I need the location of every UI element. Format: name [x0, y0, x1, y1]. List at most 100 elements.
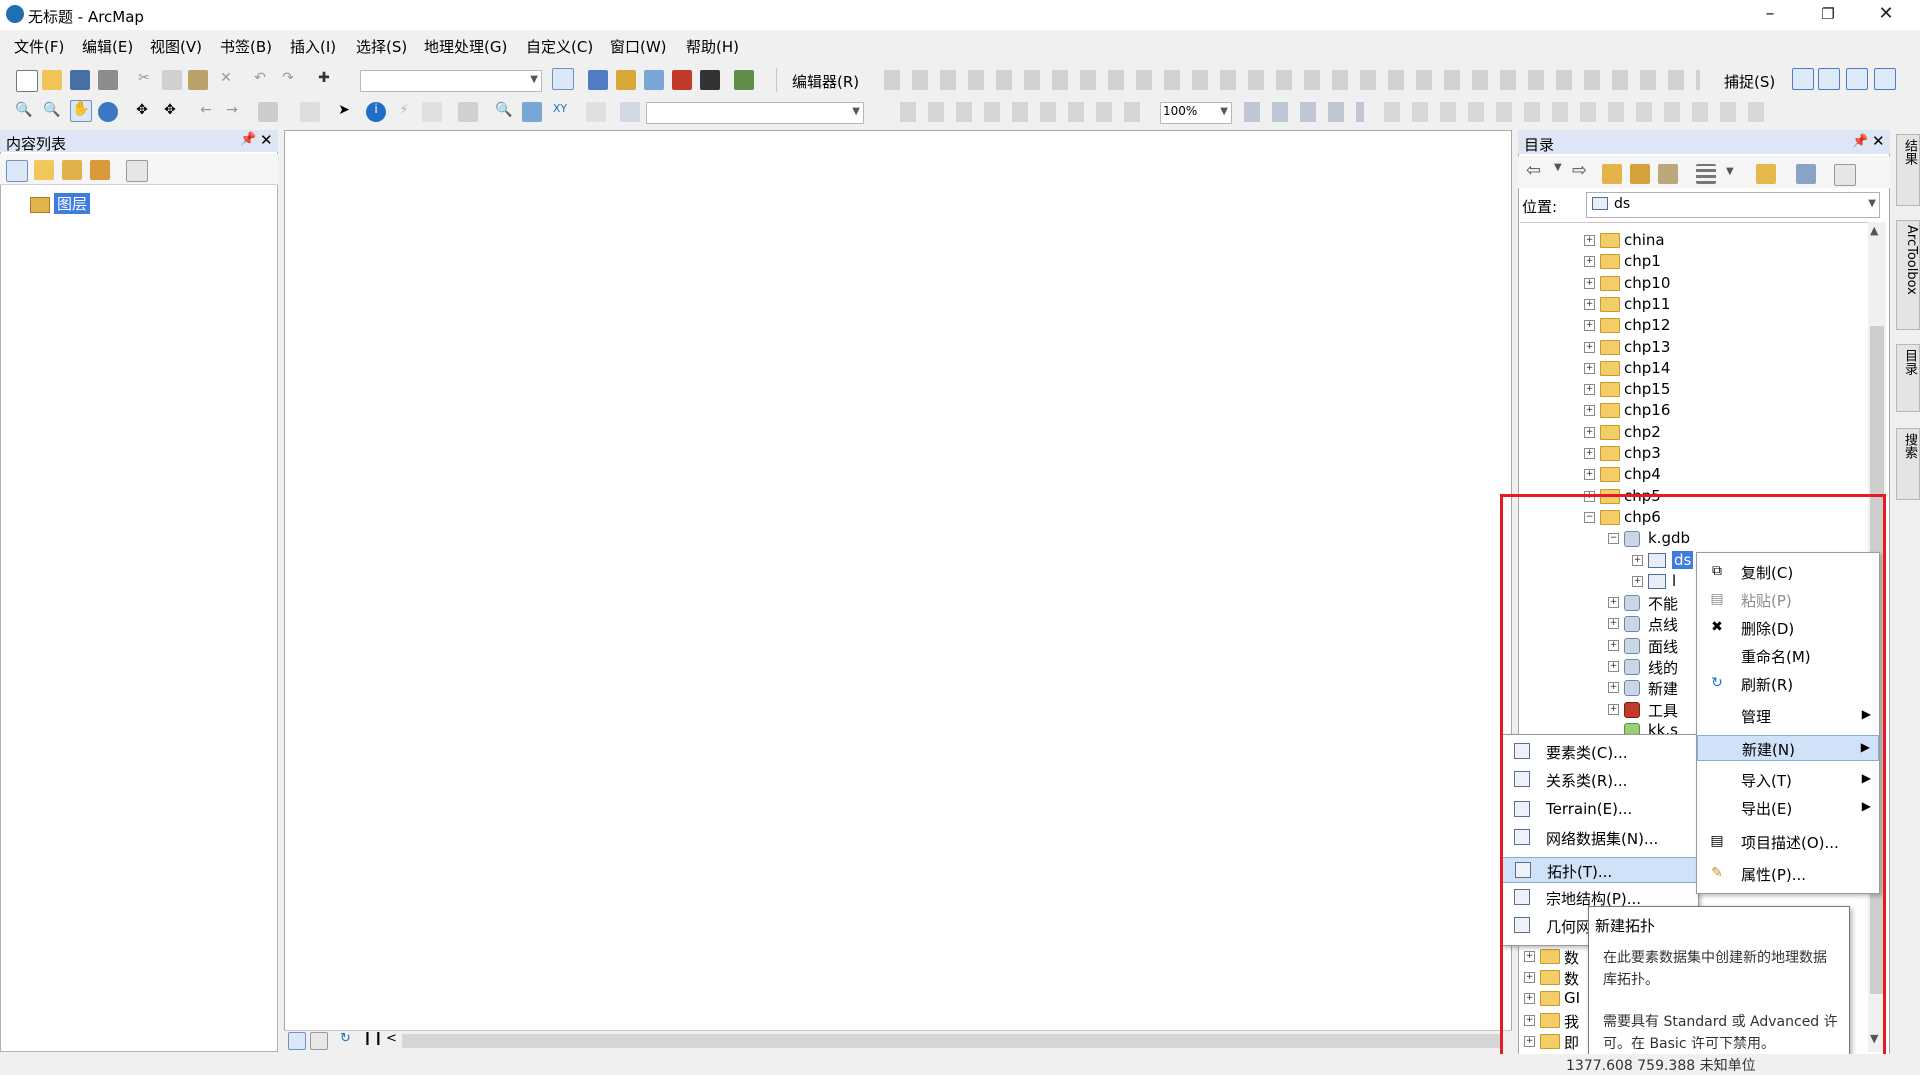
- undo-icon[interactable]: ↶: [250, 70, 270, 90]
- tab-results[interactable]: 结果: [1896, 134, 1920, 206]
- back-icon[interactable]: ⇦: [1526, 160, 1541, 181]
- new-folder-icon[interactable]: [1756, 164, 1776, 184]
- expand-icon[interactable]: +: [1584, 277, 1595, 289]
- tree-node[interactable]: + chp15: [1584, 379, 1804, 399]
- tree-node[interactable]: + chp16: [1584, 400, 1804, 420]
- tree-node[interactable]: + chp14: [1584, 358, 1804, 378]
- add-data-icon[interactable]: ✚: [314, 70, 334, 90]
- snapping-menu-button[interactable]: 捕捉(S): [1724, 71, 1775, 92]
- paste-toolbar-icon[interactable]: [188, 70, 208, 90]
- scroll-left-icon[interactable]: <: [386, 1031, 397, 1046]
- layout-tools-group[interactable]: [900, 102, 1150, 122]
- tree-node[interactable]: + chp1: [1584, 251, 1804, 271]
- toc-window-icon[interactable]: [588, 70, 608, 90]
- views-icon[interactable]: [1696, 164, 1716, 184]
- chevron-down-icon[interactable]: ▼: [1554, 162, 1562, 173]
- maximize-icon[interactable]: ❐: [1800, 0, 1856, 30]
- redo-icon[interactable]: ↷: [278, 70, 298, 90]
- back-extent-icon[interactable]: ←: [196, 102, 216, 122]
- menu-selection[interactable]: 选择(S): [356, 36, 407, 57]
- expand-icon[interactable]: +: [1584, 320, 1595, 332]
- list-by-visibility-icon[interactable]: [62, 160, 82, 180]
- editing-tools-group[interactable]: [884, 70, 1354, 90]
- forward-icon[interactable]: ⇨: [1572, 160, 1587, 181]
- find-route-icon[interactable]: [522, 102, 542, 122]
- expand-icon[interactable]: +: [1584, 362, 1595, 374]
- topology-tools-group[interactable]: [1360, 70, 1700, 90]
- html-popup-icon[interactable]: [422, 102, 442, 122]
- menu-bookmarks[interactable]: 书签(B): [220, 36, 272, 57]
- zoom-out-icon[interactable]: 🔍: [42, 102, 62, 122]
- tree-node[interactable]: + chp12: [1584, 315, 1804, 335]
- tree-node[interactable]: + chp10: [1584, 273, 1804, 293]
- tab-search[interactable]: 搜索: [1896, 428, 1920, 500]
- list-by-selection-icon[interactable]: [90, 160, 110, 180]
- expand-icon[interactable]: +: [1584, 341, 1595, 353]
- fixed-zoom-out-icon[interactable]: ✥: [160, 102, 180, 122]
- connect-folder-icon[interactable]: [1658, 164, 1678, 184]
- tree-node[interactable]: + chp2: [1584, 422, 1804, 442]
- menu-windows[interactable]: 窗口(W): [610, 36, 667, 57]
- data-view-icon[interactable]: [288, 1032, 306, 1050]
- expand-icon[interactable]: +: [1584, 256, 1595, 268]
- zoom-in-icon[interactable]: 🔍: [14, 102, 34, 122]
- close-panel-icon[interactable]: ✕: [1872, 132, 1885, 150]
- catalog-options-icon[interactable]: [1834, 164, 1856, 186]
- open-icon[interactable]: [42, 70, 62, 90]
- end-snapping-icon[interactable]: [1818, 68, 1840, 90]
- scale-combo[interactable]: ▼: [360, 70, 542, 92]
- expand-icon[interactable]: +: [1584, 426, 1595, 438]
- zoom-percent-combo[interactable]: 100% ▼: [1160, 102, 1232, 124]
- list-by-source-icon[interactable]: [34, 160, 54, 180]
- map-horizontal-scrollbar[interactable]: [402, 1034, 1502, 1048]
- toc-options-icon[interactable]: [126, 160, 148, 182]
- refresh-view-icon[interactable]: ↻: [340, 1031, 351, 1046]
- close-panel-icon[interactable]: ✕: [260, 131, 273, 149]
- layout-view-tools-group[interactable]: [1244, 102, 1364, 122]
- new-document-icon[interactable]: [16, 70, 38, 92]
- measure-icon[interactable]: [458, 102, 478, 122]
- tree-node[interactable]: + chp11: [1584, 294, 1804, 314]
- advanced-editing-group[interactable]: [1384, 102, 1764, 122]
- tree-node[interactable]: + china: [1584, 230, 1804, 250]
- tab-catalog[interactable]: 目录: [1896, 344, 1920, 412]
- create-viewer-icon[interactable]: [620, 102, 640, 122]
- menu-insert[interactable]: 插入(I): [290, 36, 336, 57]
- time-slider-icon[interactable]: [586, 102, 606, 122]
- print-icon[interactable]: [98, 70, 118, 90]
- clear-selection-icon[interactable]: [300, 102, 320, 122]
- forward-extent-icon[interactable]: →: [222, 102, 242, 122]
- layers-item[interactable]: 图层: [54, 193, 91, 214]
- scroll-up-icon[interactable]: ▲: [1870, 224, 1878, 237]
- find-icon[interactable]: 🔍: [494, 102, 514, 122]
- map-view[interactable]: [284, 130, 1512, 1052]
- editor-menu-button[interactable]: 编辑器(R): [792, 71, 859, 92]
- expand-icon[interactable]: +: [1584, 405, 1595, 417]
- pin-icon[interactable]: 📌: [240, 132, 256, 147]
- point-snapping-icon[interactable]: [1792, 68, 1814, 90]
- python-window-icon[interactable]: [700, 70, 720, 90]
- fixed-zoom-in-icon[interactable]: ✥: [132, 102, 152, 122]
- catalog-window-icon[interactable]: [616, 70, 636, 90]
- expand-icon[interactable]: +: [1584, 469, 1595, 481]
- chevron-down-icon[interactable]: ▼: [1726, 166, 1734, 177]
- menu-customize[interactable]: 自定义(C): [526, 36, 593, 57]
- minimize-icon[interactable]: –: [1742, 0, 1798, 30]
- tab-arctoolbox[interactable]: ArcToolbox: [1896, 220, 1920, 330]
- expand-icon[interactable]: +: [1584, 384, 1595, 396]
- toggle-contents-icon[interactable]: [1796, 164, 1816, 184]
- layout-view-icon[interactable]: [310, 1032, 328, 1050]
- tree-node[interactable]: + chp3: [1584, 443, 1804, 463]
- search-window-icon[interactable]: [644, 70, 664, 90]
- cut-icon[interactable]: ✂: [134, 70, 154, 90]
- pan-icon[interactable]: ✋: [70, 100, 92, 122]
- save-icon[interactable]: [70, 70, 90, 90]
- layer-combo[interactable]: ▼: [646, 102, 864, 124]
- edge-snapping-icon[interactable]: [1874, 68, 1896, 90]
- hyperlink-icon[interactable]: ⚡: [394, 102, 414, 122]
- editor-toolbar-icon[interactable]: [552, 68, 574, 90]
- menu-geoprocessing[interactable]: 地理处理(G): [424, 36, 507, 57]
- tree-node[interactable]: + chp13: [1584, 337, 1804, 357]
- pin-icon[interactable]: 📌: [1852, 134, 1868, 149]
- select-elements-icon[interactable]: ➤: [334, 102, 354, 122]
